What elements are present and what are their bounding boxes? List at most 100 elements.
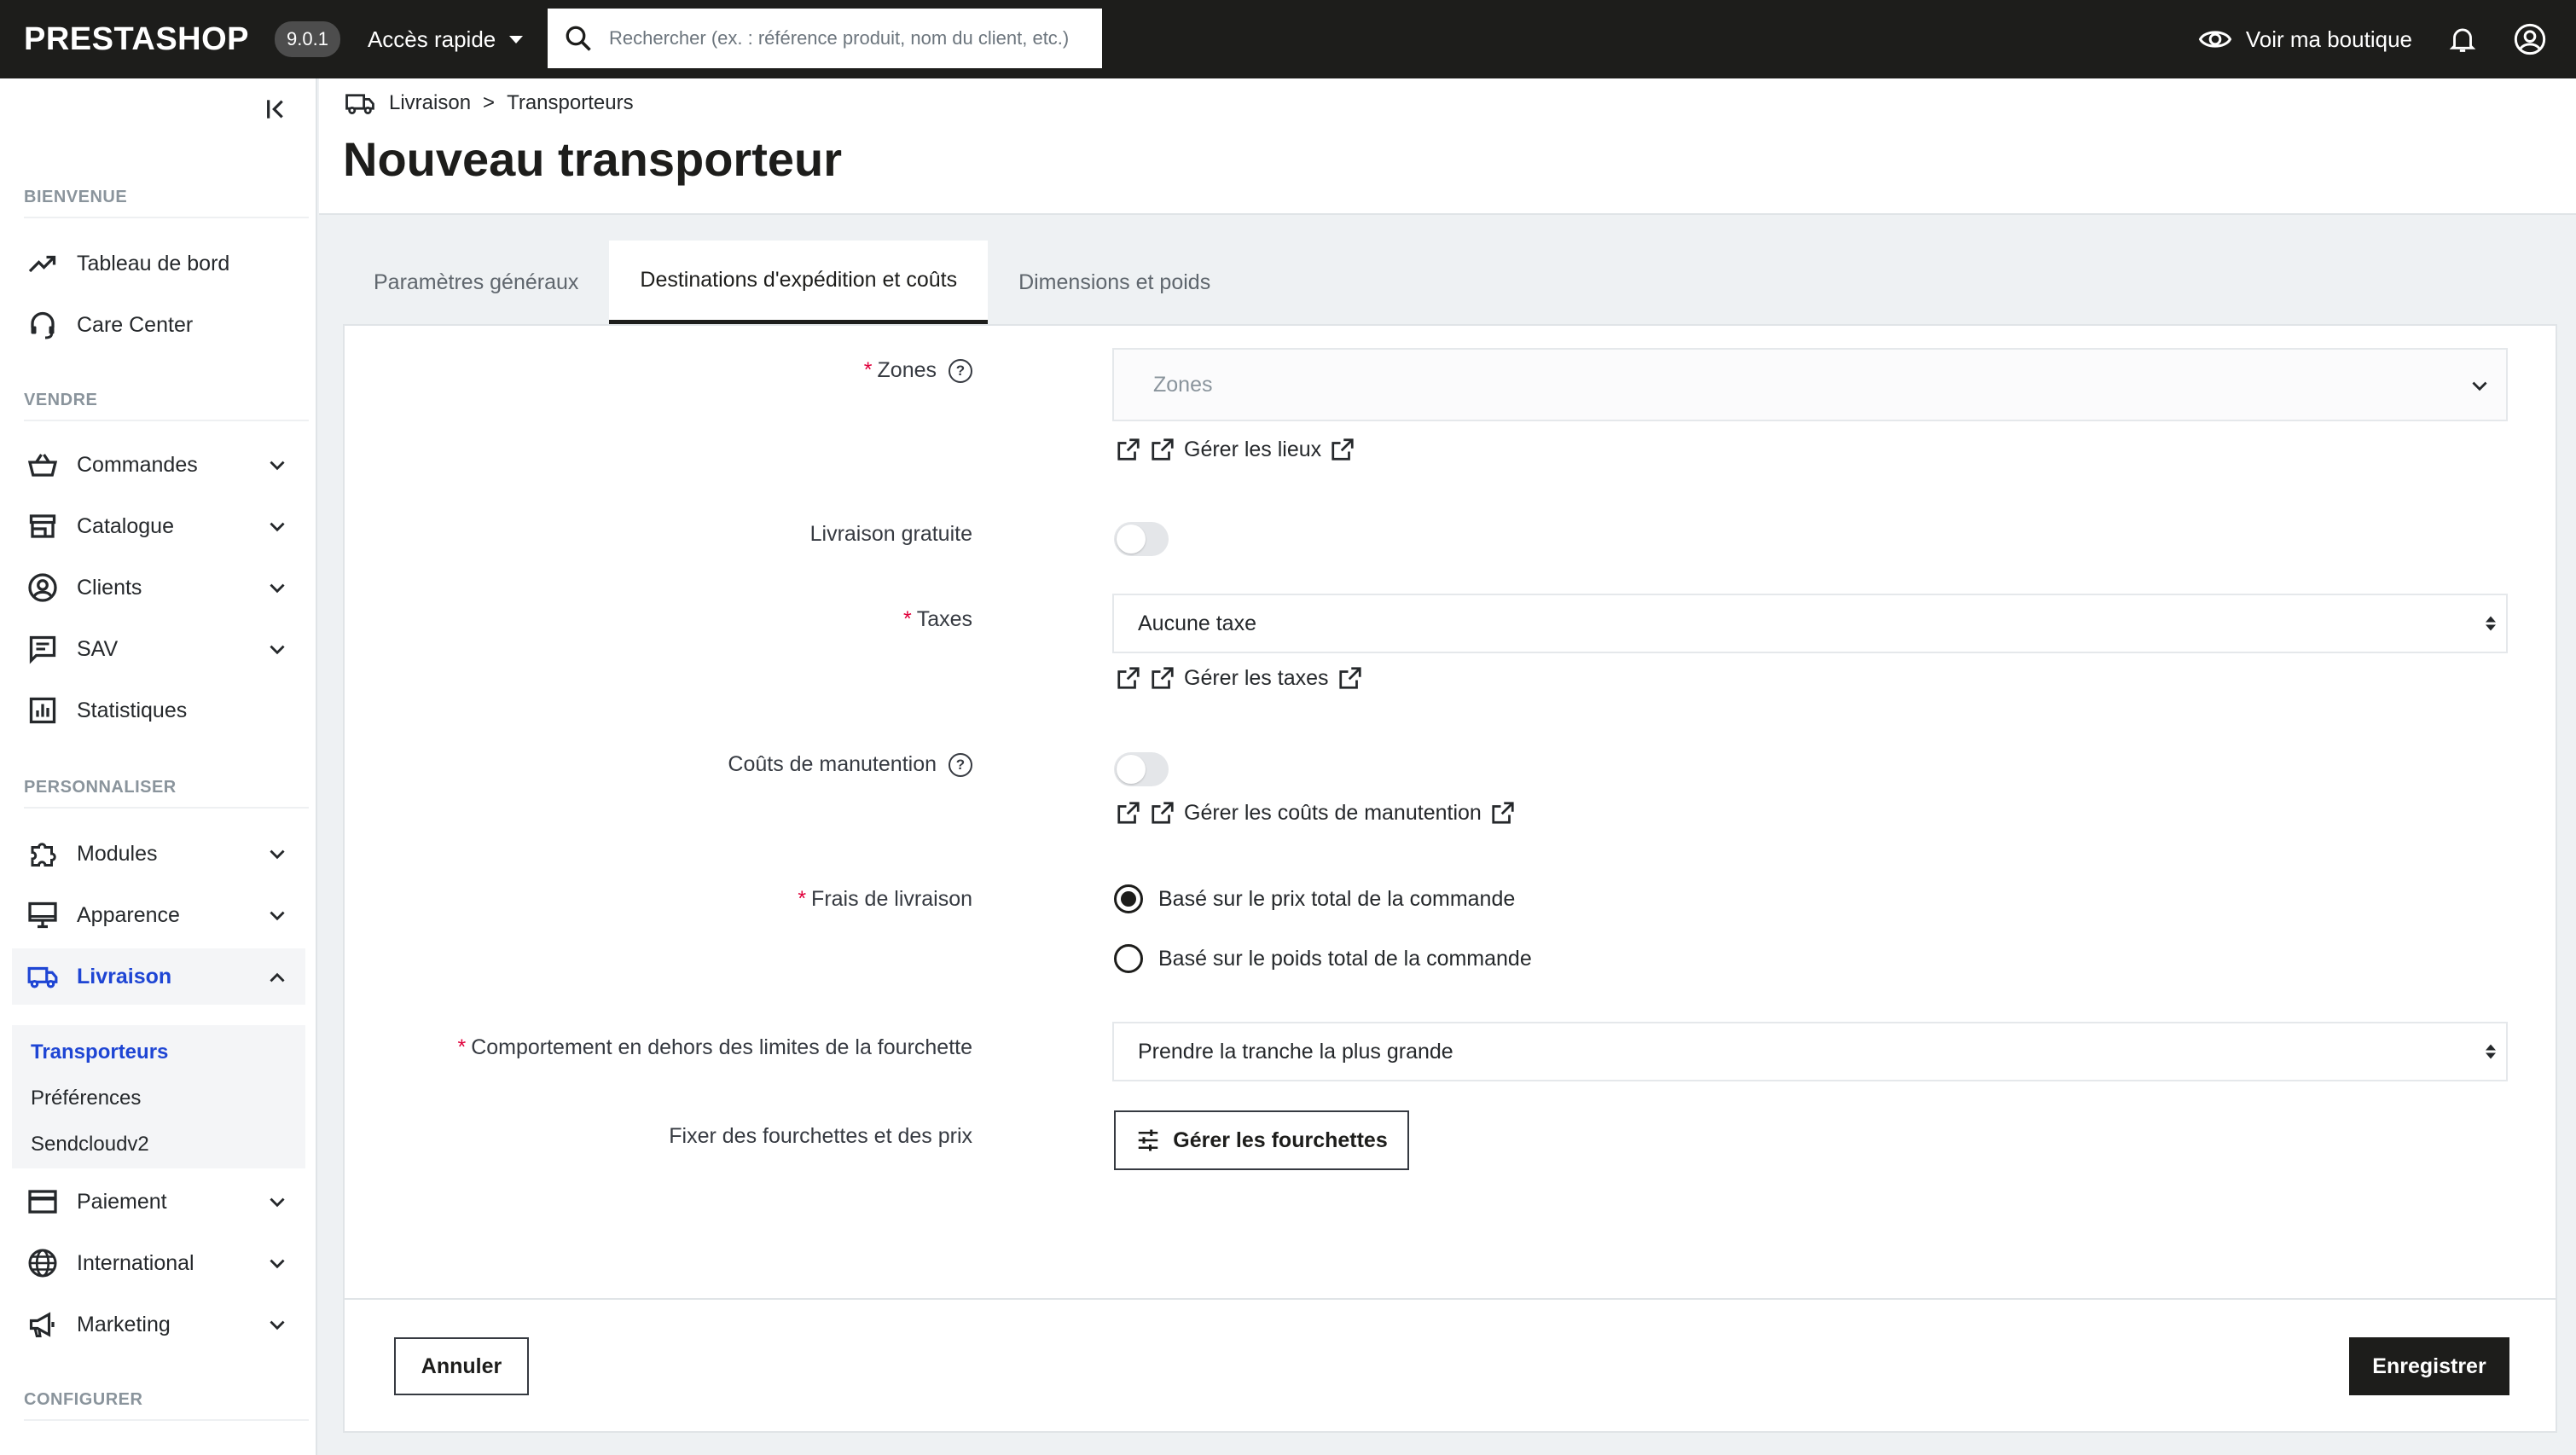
breadcrumb-current[interactable]: Transporteurs: [507, 91, 634, 115]
sidebar-item-label: Paiement: [77, 1189, 167, 1214]
megaphone-icon: [26, 1307, 60, 1342]
sidebar-item-label: Commandes: [77, 452, 198, 477]
quick-access-menu[interactable]: Accès rapide: [367, 26, 524, 53]
section-title-configure: CONFIGURER: [24, 1390, 143, 1409]
basket-icon: [26, 448, 60, 482]
prestashop-logo[interactable]: PRESTASHOP: [24, 21, 249, 58]
help-icon[interactable]: ?: [949, 358, 972, 383]
divider: [345, 1298, 2556, 1300]
search-icon[interactable]: [563, 23, 594, 54]
sidebar-item-dashboard[interactable]: Tableau de bord: [12, 235, 305, 292]
taxes-select[interactable]: Aucune taxe: [1112, 594, 2508, 653]
sidebar-item-label: Modules: [77, 841, 158, 866]
ranges-label: Fixer des fourchettes et des prix: [669, 1124, 972, 1148]
taxes-label: * Taxes: [902, 607, 972, 631]
section-title-customize: PERSONNALISER: [24, 778, 177, 797]
account-icon[interactable]: [2513, 22, 2547, 56]
chevron-down-icon: [270, 1259, 285, 1269]
external-link-icon: [1152, 802, 1174, 824]
divider: [24, 807, 309, 809]
puzzle-icon: [26, 837, 60, 871]
chevron-down-icon: [270, 1320, 285, 1330]
handling-costs-label: Coûts de manutention ?: [728, 752, 972, 777]
tab-general-settings[interactable]: Paramètres généraux: [343, 241, 609, 324]
free-shipping-label: Livraison gratuite: [809, 522, 972, 546]
sidebar-item-appearance[interactable]: Apparence: [12, 887, 305, 943]
submenu-item-preferences[interactable]: Préférences: [31, 1087, 141, 1110]
sidebar-item-sav[interactable]: SAV: [12, 621, 305, 677]
collapse-sidebar-icon[interactable]: [263, 96, 290, 123]
manage-places-label: Gérer les lieux: [1184, 437, 1322, 461]
sidebar-item-label: Livraison: [77, 964, 172, 988]
radio-checked[interactable]: [1114, 884, 1143, 913]
quick-access-label: Accès rapide: [367, 26, 496, 52]
radio-unchecked[interactable]: [1114, 944, 1143, 973]
required-marker: *: [863, 358, 873, 382]
sidebar-item-label: International: [77, 1250, 194, 1275]
sidebar: BIENVENUE Tableau de bord Care Center VE…: [0, 78, 317, 1455]
external-link-icon: [1332, 438, 1354, 461]
cancel-button[interactable]: Annuler: [394, 1337, 529, 1395]
manage-handling-link[interactable]: Gérer les coûts de manutention: [1116, 800, 1516, 826]
external-link-icon: [1117, 667, 1140, 689]
notification-bell-icon[interactable]: [2446, 23, 2479, 55]
handling-costs-toggle[interactable]: [1114, 752, 1169, 786]
out-of-range-value: Prendre la tranche la plus grande: [1138, 1039, 1453, 1064]
external-link-icon: [1152, 438, 1174, 461]
sidebar-item-catalog[interactable]: Catalogue: [12, 498, 305, 554]
user-circle-icon: [26, 571, 60, 605]
chevron-down-icon: [270, 849, 285, 860]
select-arrows-icon: [2486, 1044, 2496, 1059]
external-link-icon: [1117, 802, 1140, 824]
sidebar-item-customers[interactable]: Clients: [12, 559, 305, 616]
out-of-range-select[interactable]: Prendre la tranche la plus grande: [1112, 1022, 2508, 1081]
required-marker: *: [457, 1035, 467, 1059]
sidebar-item-international[interactable]: International: [12, 1235, 305, 1291]
search-input[interactable]: [609, 27, 1087, 49]
submenu-item-carriers[interactable]: Transporteurs: [31, 1041, 168, 1064]
fee-option-weight[interactable]: Basé sur le poids total de la commande: [1114, 944, 1532, 973]
sliders-icon: [1139, 1129, 1158, 1151]
sidebar-item-shipping[interactable]: Livraison: [12, 948, 305, 1005]
chevron-down-icon: [270, 645, 285, 655]
view-shop-link[interactable]: Voir ma boutique: [2198, 22, 2412, 56]
page-header: Livraison > Transporteurs Nouveau transp…: [319, 78, 2576, 215]
manage-places-link[interactable]: Gérer les lieux: [1116, 437, 1355, 462]
tab-destinations-costs[interactable]: Destinations d'expédition et coûts: [609, 241, 989, 324]
required-marker: *: [902, 607, 912, 631]
breadcrumb-shipping-link[interactable]: Livraison: [389, 91, 471, 115]
manage-handling-label: Gérer les coûts de manutention: [1184, 800, 1482, 825]
chevron-down-icon: [270, 911, 285, 921]
taxes-value: Aucune taxe: [1138, 611, 1256, 635]
page-title: Nouveau transporteur: [343, 132, 842, 186]
sidebar-item-payment[interactable]: Paiement: [12, 1174, 305, 1230]
fee-option-price-label: Basé sur le prix total de la commande: [1158, 886, 1516, 911]
sidebar-item-stats[interactable]: Statistiques: [12, 682, 305, 739]
manage-ranges-button[interactable]: Gérer les fourchettes: [1114, 1110, 1409, 1170]
zones-placeholder: Zones: [1153, 372, 1213, 397]
zones-select[interactable]: Zones: [1112, 348, 2508, 421]
free-shipping-toggle[interactable]: [1114, 522, 1169, 556]
sidebar-item-label: SAV: [77, 636, 119, 661]
sidebar-item-care-center[interactable]: Care Center: [12, 297, 305, 353]
divider: [24, 1419, 309, 1421]
fee-option-weight-label: Basé sur le poids total de la commande: [1158, 946, 1532, 971]
help-icon[interactable]: ?: [949, 752, 972, 777]
fee-option-price[interactable]: Basé sur le prix total de la commande: [1114, 884, 1515, 913]
tab-dimensions-weight[interactable]: Dimensions et poids: [988, 241, 1241, 324]
caret-down-icon: [509, 35, 524, 43]
sidebar-item-label: Catalogue: [77, 513, 174, 538]
chevron-down-icon: [2472, 381, 2487, 391]
truck-icon: [345, 94, 374, 114]
save-button[interactable]: Enregistrer: [2349, 1337, 2509, 1395]
manage-taxes-link[interactable]: Gérer les taxes: [1116, 665, 1363, 691]
external-link-icon: [1338, 667, 1361, 689]
external-link-icon: [1492, 802, 1514, 824]
section-title-sell: VENDRE: [24, 391, 98, 409]
sidebar-item-marketing[interactable]: Marketing: [12, 1296, 305, 1353]
divider: [24, 420, 309, 421]
monitor-icon: [26, 898, 60, 932]
sidebar-item-modules[interactable]: Modules: [12, 826, 305, 882]
sidebar-item-orders[interactable]: Commandes: [12, 437, 305, 493]
submenu-item-sendcloud[interactable]: Sendcloudv2: [31, 1133, 149, 1156]
